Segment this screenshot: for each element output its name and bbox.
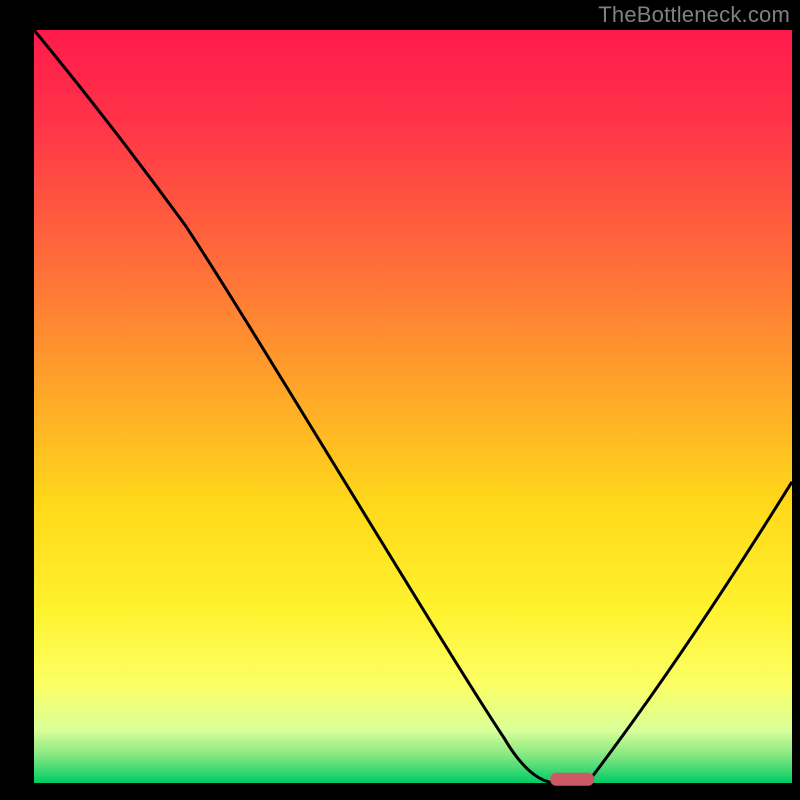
chart-frame: TheBottleneck.com	[0, 0, 800, 800]
watermark-text: TheBottleneck.com	[598, 2, 790, 28]
optimal-marker	[550, 773, 594, 786]
bottleneck-chart	[0, 0, 800, 800]
plot-background	[34, 30, 792, 783]
